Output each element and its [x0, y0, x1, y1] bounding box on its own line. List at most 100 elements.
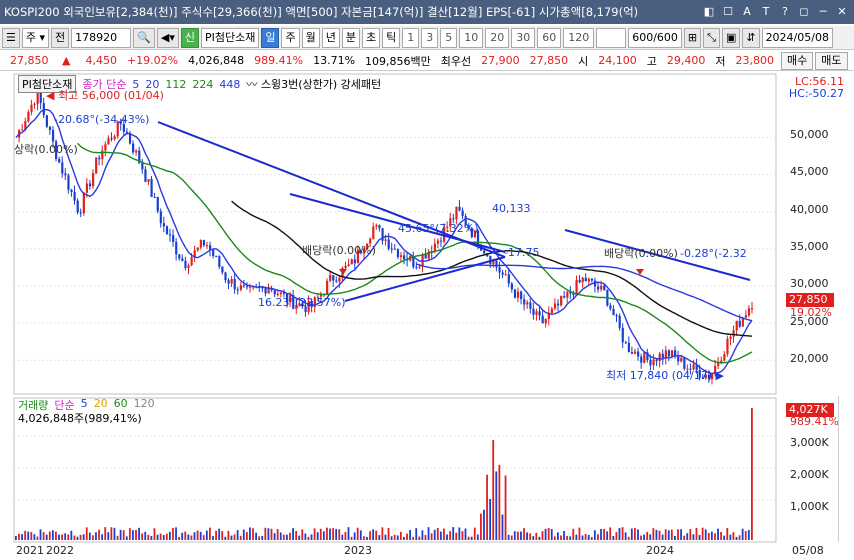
candle-body: [61, 162, 64, 174]
tab-second[interactable]: 초: [361, 27, 381, 48]
volume-bar: [396, 535, 399, 540]
market-select[interactable]: 주 ▾: [21, 27, 50, 48]
layout-icon[interactable]: ☐: [720, 4, 736, 20]
close-icon[interactable]: ✕: [834, 4, 850, 20]
annotation-low-1: 16.23°(22.57%): [258, 296, 346, 309]
high-label: 고: [646, 54, 657, 68]
annotation-rise-left: 상락(0.00%): [14, 143, 78, 156]
volume-bar: [606, 531, 609, 540]
candle-body: [347, 264, 350, 266]
candle-body: [199, 240, 202, 248]
font-a-icon[interactable]: A: [739, 4, 755, 20]
count-input[interactable]: 600/600: [628, 27, 682, 48]
menu-icon[interactable]: ☰: [2, 27, 20, 48]
code-input[interactable]: 178920: [71, 27, 132, 48]
chart-area[interactable]: [0, 72, 854, 544]
volume-bar: [193, 532, 196, 540]
volume-bar: [165, 533, 168, 540]
candle-body: [212, 249, 215, 257]
volume-bar: [162, 535, 165, 540]
candle-body: [51, 129, 55, 142]
candle-body: [249, 286, 252, 288]
volume-bar: [141, 533, 144, 540]
candle-body: [76, 200, 79, 213]
volume-bar: [110, 527, 113, 540]
candle-body: [128, 134, 132, 144]
save-icon[interactable]: ▣: [721, 27, 741, 48]
settings-icon[interactable]: ⇵: [742, 27, 760, 48]
custom-interval-input[interactable]: [596, 27, 627, 48]
volume-bar: [285, 534, 288, 540]
volume-bar: [135, 529, 137, 540]
volume-bar: [187, 534, 190, 540]
volume-bar: [42, 532, 45, 540]
candle-body: [667, 350, 671, 357]
volume-bar: [526, 532, 528, 540]
volume-bar: [91, 535, 94, 540]
annotation-dividend-1: 배당락(0.00%): [302, 244, 376, 257]
text-t-icon[interactable]: T: [758, 4, 774, 20]
volume-bar: [304, 533, 307, 540]
tab-month[interactable]: 월: [301, 27, 320, 48]
volume-bar: [168, 531, 171, 540]
quote-bar: 27,850 ▲ 4,450 +19.02% 4,026,848 989.41%…: [0, 51, 854, 71]
interval-60[interactable]: 60: [537, 27, 562, 48]
category-badge: 신: [180, 27, 199, 48]
minimize-icon[interactable]: ─: [815, 4, 831, 20]
candle-body: [350, 259, 353, 265]
candle-body: [245, 286, 249, 288]
tool-icon[interactable]: ⤡: [703, 27, 720, 48]
sell-button[interactable]: 매도: [815, 51, 848, 70]
volume-bar: [289, 532, 291, 540]
amount-value: 109,856백만: [365, 54, 431, 68]
volume-bar: [689, 529, 692, 540]
volume-bar: [643, 534, 646, 540]
candle-body: [147, 179, 150, 182]
volume-bar: [350, 536, 353, 540]
restore-icon[interactable]: ◻: [796, 4, 812, 20]
stock-name: PI첨단소재: [200, 27, 260, 48]
interval-20[interactable]: 20: [485, 27, 510, 48]
tab-tick[interactable]: 틱: [382, 27, 401, 48]
tab-day[interactable]: 일: [261, 27, 280, 48]
interval-120[interactable]: 120: [563, 27, 595, 48]
volume-bar: [670, 529, 673, 540]
best-ask: 27,900: [481, 54, 520, 67]
date-input[interactable]: 2024/05/08: [761, 27, 833, 48]
candle-body: [751, 308, 754, 310]
y-tick-35000: 35,000: [790, 240, 829, 253]
volume-bar: [415, 528, 418, 540]
volume-bar: [427, 527, 430, 540]
volume-bar: [575, 534, 578, 540]
tab-year[interactable]: 년: [321, 27, 340, 48]
interval-10[interactable]: 10: [459, 27, 484, 48]
volume-bar: [677, 529, 679, 540]
volume-bar: [21, 534, 23, 540]
volume-bar: [597, 534, 599, 540]
chart-type-icon[interactable]: ⊞: [683, 27, 702, 48]
interval-5[interactable]: 5: [440, 27, 458, 48]
interval-1[interactable]: 1: [402, 27, 420, 48]
tab-week[interactable]: 주: [281, 27, 300, 48]
interval-30[interactable]: 30: [511, 27, 536, 48]
candle-body: [621, 327, 624, 343]
candle-body: [215, 256, 218, 258]
volume-bar: [88, 532, 91, 540]
prev-button[interactable]: 전: [51, 27, 70, 48]
candle-body: [181, 258, 184, 261]
buy-button[interactable]: 매수: [781, 51, 814, 70]
sound-icon[interactable]: ◀▾: [156, 27, 179, 48]
volume-scrollbar[interactable]: [838, 396, 852, 542]
help-icon[interactable]: ?: [777, 4, 793, 20]
volume-bar: [319, 528, 322, 540]
link-icon[interactable]: ◧: [701, 4, 717, 20]
volume-bar: [202, 535, 205, 540]
volume-bar: [147, 534, 150, 540]
lc-hc-readout: LC:56.11 HC:-50.27: [789, 76, 844, 100]
candle-body: [523, 299, 526, 305]
search-icon[interactable]: 🔍: [133, 27, 155, 48]
volume-bar: [593, 530, 596, 540]
window-controls: ◧ ☐ A T ? ◻ ─ ✕: [701, 4, 854, 20]
tab-minute[interactable]: 분: [341, 27, 360, 48]
interval-3[interactable]: 3: [421, 27, 439, 48]
